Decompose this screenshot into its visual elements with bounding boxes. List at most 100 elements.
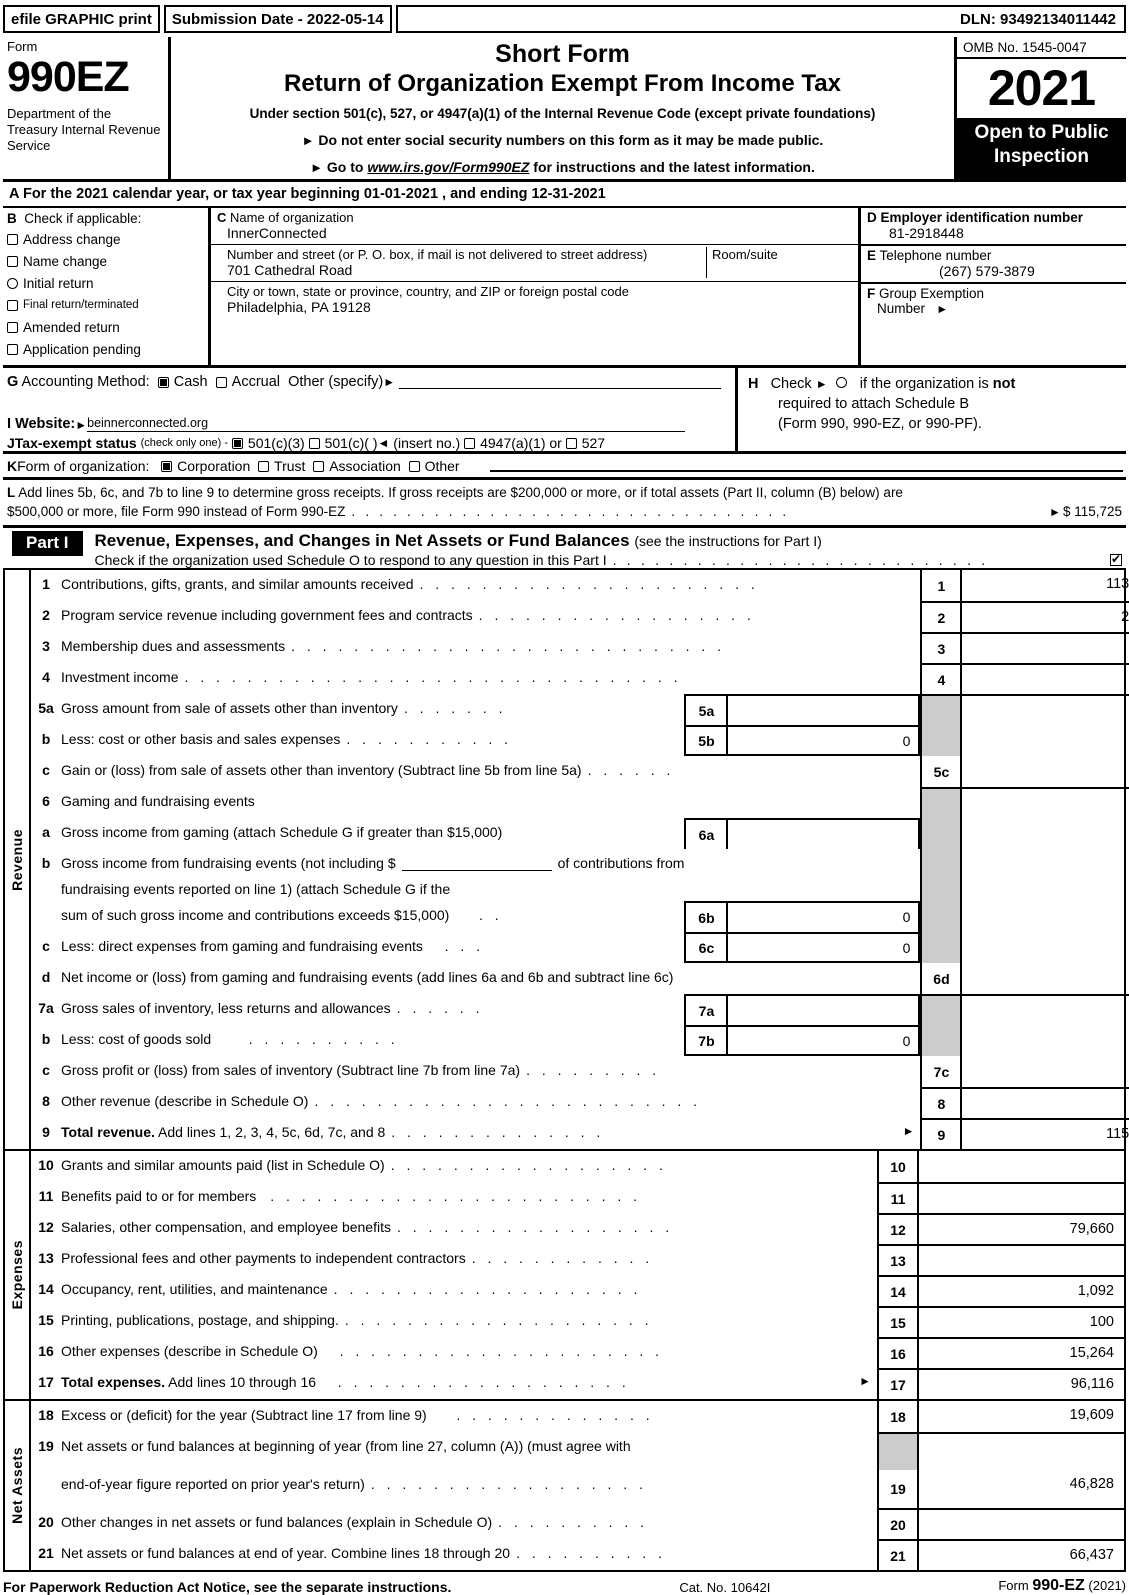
- line-value[interactable]: 115,725: [962, 1118, 1129, 1149]
- row-desc-text: Net assets or fund balances at end of ye…: [61, 1545, 511, 1561]
- checkbox-501c3-icon[interactable]: [231, 437, 243, 449]
- line-value: [962, 725, 1129, 756]
- checkbox-label: Final return/terminated: [23, 299, 139, 311]
- identification-block: B Check if applicable: Address change Na…: [3, 208, 1126, 368]
- row-num: b: [41, 855, 51, 871]
- checkbox-icon[interactable]: [7, 234, 18, 245]
- line-value[interactable]: 66,437: [919, 1539, 1124, 1570]
- room-suite-field[interactable]: Room/suite: [706, 247, 858, 278]
- sub-line-value[interactable]: [728, 696, 918, 725]
- checkbox-other-icon[interactable]: [408, 460, 420, 472]
- sub-line-value[interactable]: 0: [728, 934, 918, 961]
- checkbox-trust-icon[interactable]: [258, 460, 270, 472]
- line-value[interactable]: [962, 1087, 1129, 1118]
- triangle-icon: ►: [75, 418, 88, 432]
- line-number: 17: [877, 1368, 919, 1399]
- checkbox-final-return[interactable]: Final return/terminated: [7, 295, 208, 316]
- line-value[interactable]: 96,116: [919, 1368, 1124, 1399]
- line-value[interactable]: 0: [962, 663, 1129, 694]
- line-value[interactable]: [919, 1508, 1124, 1539]
- expenses-side-label-text: Expenses: [9, 1240, 25, 1310]
- website-value[interactable]: beinnerconnected.org: [87, 416, 685, 432]
- checkbox-cash-icon[interactable]: [157, 376, 169, 388]
- checkbox-application-pending[interactable]: Application pending: [7, 339, 208, 360]
- line-value[interactable]: 1,092: [919, 1275, 1124, 1306]
- row-desc-text: Net income or (loss) from gaming and fun…: [61, 969, 674, 985]
- checkbox-amended-return[interactable]: Amended return: [7, 317, 208, 338]
- checkbox-schedule-o-icon[interactable]: [1110, 552, 1122, 566]
- form-footer-name: 990-EZ: [1032, 1577, 1085, 1594]
- other-specify-k-input[interactable]: [489, 460, 1123, 472]
- fundraising-amount-input[interactable]: [401, 855, 552, 871]
- phone-value[interactable]: (267) 579-3879: [867, 263, 1126, 279]
- checkbox-accrual-icon[interactable]: [215, 376, 227, 388]
- row-num: 4: [42, 669, 50, 685]
- checkbox-icon[interactable]: [7, 300, 18, 311]
- line-value[interactable]: 100: [919, 1306, 1124, 1337]
- goto-suffix: for instructions and the latest informat…: [533, 159, 815, 175]
- checkbox-icon[interactable]: [7, 322, 18, 333]
- line-value[interactable]: 0: [962, 1056, 1129, 1087]
- schedule-o-check-row[interactable]: Check if the organization used Schedule …: [95, 552, 1126, 568]
- taxexempt-note: (check only one) -: [140, 437, 229, 449]
- line-value[interactable]: [919, 1244, 1124, 1275]
- row-num: [31, 875, 61, 901]
- line-value[interactable]: [919, 1182, 1124, 1213]
- org-name-value[interactable]: InnerConnected: [217, 225, 858, 241]
- line-value[interactable]: 46,828: [919, 1470, 1124, 1508]
- line-value[interactable]: 113,725: [962, 570, 1129, 601]
- row-desc-text: Less: cost or other basis and sales expe…: [61, 731, 341, 747]
- row-desc: Gross sales of inventory, less returns a…: [61, 994, 684, 1025]
- row-desc-text: Less: cost of goods sold: [61, 1031, 212, 1047]
- checkbox-label: Application pending: [23, 342, 141, 357]
- net-assets-rows: 18 Excess or (deficit) for the year (Sub…: [31, 1401, 1124, 1570]
- checkbox-schedule-b-icon[interactable]: [835, 377, 847, 388]
- section-f-letter: F: [867, 286, 876, 301]
- table-row: b Gross income from fundraising events (…: [31, 849, 1129, 875]
- triangle-icon: ►: [859, 1374, 871, 1388]
- table-row: 1 Contributions, gifts, grants, and simi…: [31, 570, 1129, 601]
- checkbox-initial-return[interactable]: Initial return: [7, 273, 208, 294]
- irs-form-link[interactable]: www.irs.gov/Form990EZ: [367, 159, 529, 175]
- dot-leader: . . . . . . . . . . . . . . . . . . . . …: [612, 552, 989, 568]
- line-value[interactable]: 0: [962, 756, 1129, 787]
- line-number: 16: [877, 1337, 919, 1368]
- other-specify-input[interactable]: [399, 376, 721, 389]
- line-value[interactable]: 0: [962, 632, 1129, 663]
- sub-line-value[interactable]: [728, 996, 918, 1025]
- checkbox-association-icon[interactable]: [313, 460, 325, 472]
- sub-line-value[interactable]: 0: [728, 1027, 918, 1054]
- sub-line-value[interactable]: 0: [728, 903, 918, 932]
- checkbox-name-change[interactable]: Name change: [7, 251, 208, 272]
- sub-line-value[interactable]: [728, 820, 918, 849]
- checkbox-label: Name change: [23, 254, 108, 269]
- section-i-lead: I Website:: [7, 416, 75, 432]
- line-value[interactable]: 15,264: [919, 1337, 1124, 1368]
- checkbox-address-change[interactable]: Address change: [7, 229, 208, 250]
- checkbox-icon[interactable]: [7, 344, 18, 355]
- section-g-accounting-method: G Accounting Method: Cash Accrual Other …: [7, 374, 735, 390]
- ein-value[interactable]: 81-2918448: [867, 225, 1126, 241]
- line-value[interactable]: [919, 1151, 1124, 1182]
- checkbox-corporation-icon[interactable]: [161, 460, 173, 472]
- sub-line-value[interactable]: 0: [728, 727, 918, 754]
- row-desc: fundraising events reported on line 1) (…: [61, 875, 684, 901]
- line-number-shaded: [920, 849, 963, 875]
- dot-leader: . . . . . .: [396, 1000, 484, 1016]
- line-value[interactable]: 79,660: [919, 1213, 1124, 1244]
- section-c-letter: C: [217, 210, 227, 225]
- line-value[interactable]: 0: [962, 963, 1129, 994]
- revenue-rows: 1 Contributions, gifts, grants, and simi…: [31, 570, 1129, 1149]
- checkbox-501c-icon[interactable]: [308, 437, 320, 449]
- line-value[interactable]: 19,609: [919, 1401, 1124, 1432]
- city-value[interactable]: Philadelphia, PA 19128: [217, 299, 858, 315]
- checkbox-icon[interactable]: [7, 256, 18, 267]
- line-number: 18: [877, 1401, 919, 1432]
- line-number-shaded: [920, 932, 963, 963]
- checkbox-527-icon[interactable]: [565, 437, 577, 449]
- checkbox-4947a1-icon[interactable]: [464, 437, 476, 449]
- section-l-line1: L Add lines 5b, 6c, and 7b to line 9 to …: [7, 483, 1122, 502]
- checkbox-icon[interactable]: [7, 278, 18, 289]
- line-value[interactable]: 2,000: [962, 601, 1129, 632]
- street-value[interactable]: 701 Cathedral Road: [217, 262, 706, 278]
